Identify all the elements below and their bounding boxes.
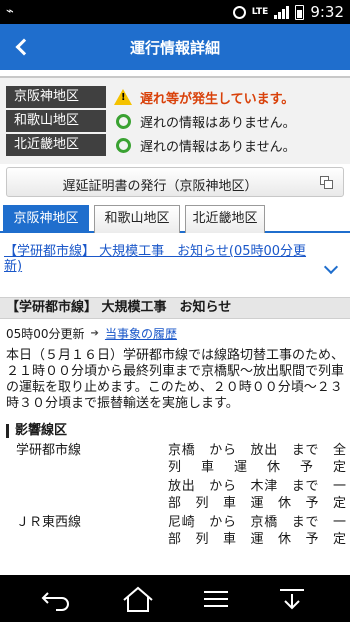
affected-lines-heading: 影響線区 bbox=[6, 424, 67, 438]
copy-icon bbox=[320, 176, 333, 189]
page-title: 運行情報詳細 bbox=[129, 39, 220, 57]
affected-desc: 放出 から 木津 まで 一部列車運休予定 bbox=[168, 479, 346, 511]
hide-keyboard-icon bbox=[280, 589, 304, 610]
ok-circle-icon bbox=[115, 113, 131, 129]
region-label: 和歌山地区 bbox=[6, 110, 106, 132]
delay-certificate-button[interactable]: 遅延証明書の発行（京阪神地区） bbox=[6, 167, 344, 197]
affected-line: 学研都市線 bbox=[16, 443, 82, 458]
notification-icon: ⌁ bbox=[6, 4, 14, 19]
status-row-kitakinki: 北近畿地区 遅れの情報はありません。 bbox=[6, 134, 296, 156]
menu-icon bbox=[204, 591, 228, 607]
signal-icon bbox=[274, 5, 290, 19]
region-label: 京阪神地区 bbox=[6, 86, 106, 108]
app-header: 運行情報詳細 bbox=[0, 24, 350, 70]
region-tabs: 京阪神地区 和歌山地区 北近畿地区 bbox=[0, 205, 350, 233]
nav-menu-button[interactable] bbox=[196, 584, 236, 614]
back-arrow-icon bbox=[41, 592, 69, 611]
arrow-right-icon: ➔ bbox=[90, 328, 99, 339]
detail-body: 本日（５月１６日）学研都市線では線路切替工事のため、２１時００分頃から最終列車ま… bbox=[6, 348, 345, 411]
region-label: 北近畿地区 bbox=[6, 134, 106, 156]
status-row-wakayama: 和歌山地区 遅れの情報はありません。 bbox=[6, 110, 296, 132]
nav-hide-button[interactable] bbox=[272, 584, 312, 614]
network-type: LTE bbox=[251, 7, 269, 17]
updated-line: 05時00分更新 ➔ 当事象の履歴 bbox=[6, 325, 177, 342]
alarm-icon bbox=[232, 5, 246, 19]
history-link[interactable]: 当事象の履歴 bbox=[105, 325, 177, 342]
tab-wakayama[interactable]: 和歌山地区 bbox=[94, 205, 180, 233]
delay-certificate-label: 遅延証明書の発行（京阪神地区） bbox=[62, 179, 258, 194]
status-bar: ⌁ LTE 9:32 bbox=[0, 0, 350, 24]
status-row-keihanshin: 京阪神地区 ! 遅れ等が発生しています。 bbox=[6, 86, 294, 108]
affected-line: ＪＲ東西線 bbox=[16, 515, 82, 530]
nav-home-button[interactable] bbox=[118, 584, 158, 614]
affected-desc: 京橋 から 放出 まで 全列車運休予定 bbox=[168, 443, 346, 475]
affected-desc: 尼崎 から 京橋 まで 一部列車運休予定 bbox=[168, 515, 346, 547]
warning-icon: ! bbox=[114, 89, 132, 105]
clock: 9:32 bbox=[310, 3, 344, 21]
nav-back-button[interactable] bbox=[36, 584, 76, 614]
tab-kitakinki[interactable]: 北近畿地区 bbox=[185, 205, 265, 233]
status-text: 遅れの情報はありません。 bbox=[140, 139, 296, 155]
region-status-panel: 京阪神地区 ! 遅れ等が発生しています。 和歌山地区 遅れの情報はありません。 … bbox=[0, 76, 350, 164]
updated-time: 05時00分更新 bbox=[6, 327, 85, 341]
chevron-down-icon[interactable] bbox=[323, 259, 339, 275]
ok-circle-icon bbox=[115, 137, 131, 153]
status-text: 遅れ等が発生しています。 bbox=[140, 91, 295, 107]
status-text: 遅れの情報はありません。 bbox=[140, 115, 296, 131]
system-nav-bar bbox=[0, 575, 350, 622]
tab-keihanshin[interactable]: 京阪神地区 bbox=[3, 205, 89, 233]
news-link[interactable]: 【学研都市線】 大規模工事 お知らせ(05時00分更新) bbox=[4, 244, 322, 274]
home-icon bbox=[123, 586, 153, 612]
detail-heading: 【学研都市線】 大規模工事 お知らせ bbox=[0, 297, 350, 319]
battery-icon bbox=[295, 4, 305, 20]
